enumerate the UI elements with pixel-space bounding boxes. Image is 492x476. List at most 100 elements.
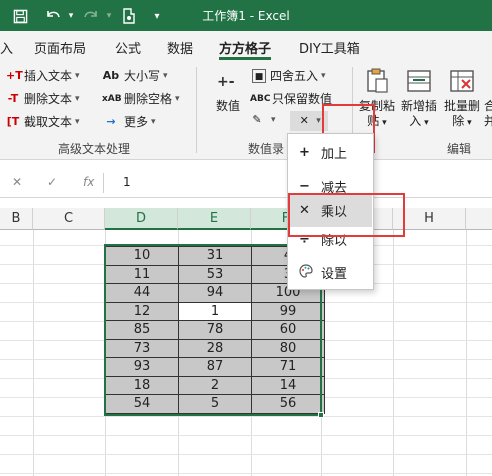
values-label: 数值 bbox=[215, 99, 240, 113]
case-button[interactable]: Ab 大小写 ▾ bbox=[102, 67, 168, 84]
tab-insert[interactable]: 入 bbox=[0, 38, 13, 57]
copy-paste-button[interactable]: 复制粘 贴 ▾ bbox=[357, 67, 397, 131]
grid-line bbox=[33, 230, 34, 476]
table-cell[interactable]: 78 bbox=[178, 320, 252, 340]
extract-text-button[interactable]: [T 截取文本 ▾ bbox=[6, 113, 80, 130]
extract-text-label: 截取文本 bbox=[24, 115, 73, 129]
group-label-number: 数值录 bbox=[248, 142, 285, 156]
values-icon: +- bbox=[214, 67, 242, 95]
column-header-b[interactable]: B bbox=[0, 208, 33, 230]
column-header-i[interactable] bbox=[466, 208, 492, 230]
tab-formulas[interactable]: 公式 bbox=[115, 38, 141, 57]
active-tab-indicator bbox=[219, 57, 271, 60]
table-cell[interactable]: 5 bbox=[178, 394, 252, 414]
tab-diy-toolbox[interactable]: DIY工具箱 bbox=[299, 38, 360, 57]
table-cell[interactable]: 71 bbox=[251, 357, 325, 377]
keep-values-button[interactable]: ABC 只保留数值 bbox=[250, 90, 332, 107]
table-cell[interactable]: 93 bbox=[105, 357, 179, 377]
multiply-icon: ✕ bbox=[299, 203, 310, 218]
round-button[interactable]: ■ 四舍五入 ▾ bbox=[252, 67, 326, 84]
add-insert-button[interactable]: 新增插 入 ▾ bbox=[398, 67, 440, 131]
grid-line bbox=[393, 230, 394, 476]
tab-page-layout[interactable]: 页面布局 bbox=[34, 38, 86, 57]
column-header-e[interactable]: E bbox=[178, 208, 251, 230]
table-cell[interactable]: 60 bbox=[251, 320, 325, 340]
table-cell[interactable]: 80 bbox=[251, 338, 325, 358]
table-row: 85 78 60 bbox=[105, 320, 325, 340]
table-row: 12 1 99 bbox=[105, 301, 325, 321]
delete-text-icon: -T bbox=[7, 91, 19, 105]
delete-spaces-icon: xAB bbox=[102, 93, 122, 104]
batch-delete-label-2: 除 bbox=[452, 114, 465, 128]
chevron-down-icon: ▾ bbox=[321, 70, 326, 81]
menu-item-divide[interactable]: ÷ 除以 bbox=[289, 223, 372, 256]
chevron-down-icon: ▾ bbox=[163, 70, 168, 81]
fill-handle[interactable] bbox=[318, 412, 324, 418]
table-cell[interactable]: 54 bbox=[105, 394, 179, 414]
delete-spaces-button[interactable]: xAB 删除空格 ▾ bbox=[102, 90, 180, 107]
chevron-down-icon: ▾ bbox=[379, 118, 387, 128]
confirm-icon[interactable]: ✓ bbox=[47, 175, 57, 189]
tab-fangfangezi[interactable]: 方方格子 bbox=[219, 38, 271, 57]
plus-icon: + bbox=[299, 145, 310, 160]
table-cell[interactable]: 14 bbox=[251, 375, 325, 395]
table-cell[interactable]: 85 bbox=[105, 320, 179, 340]
column-header-h[interactable]: H bbox=[393, 208, 466, 230]
title-bar: ▾ ▾ ▾ 工作簿1 - Excel bbox=[0, 0, 492, 31]
table-cell[interactable]: 53 bbox=[178, 264, 252, 284]
table-cell[interactable]: 73 bbox=[105, 338, 179, 358]
formula-divider bbox=[103, 173, 104, 193]
copy-paste-label-2: 贴 bbox=[367, 114, 380, 128]
batch-delete-icon bbox=[448, 67, 476, 95]
more-button[interactable]: → 更多 ▾ bbox=[102, 113, 155, 130]
table-cell[interactable]: 18 bbox=[105, 375, 179, 395]
chevron-down-icon: ▾ bbox=[75, 93, 80, 104]
chevron-down-icon: ▾ bbox=[316, 116, 321, 126]
table-cell[interactable]: 11 bbox=[105, 264, 179, 284]
delete-text-button[interactable]: -T 删除文本 ▾ bbox=[6, 90, 80, 107]
round-label: 四舍五入 bbox=[270, 69, 319, 83]
batch-delete-button[interactable]: 批量删 除 ▾ bbox=[441, 67, 483, 131]
chevron-down-icon: ▾ bbox=[75, 116, 80, 127]
values-button[interactable]: +- 数值 bbox=[208, 67, 248, 114]
case-icon: Ab bbox=[102, 68, 120, 82]
fx-icon[interactable]: fx bbox=[83, 175, 94, 189]
case-label: 大小写 bbox=[124, 69, 161, 83]
window-title: 工作簿1 - Excel bbox=[202, 9, 290, 23]
table-cell[interactable]: 12 bbox=[105, 301, 179, 321]
keep-values-label: 只保留数值 bbox=[272, 92, 333, 106]
formula-bar: ✕ ✓ fx 1 bbox=[0, 168, 492, 198]
table-cell[interactable]: 10 bbox=[105, 246, 179, 266]
chevron-down-icon: ▾ bbox=[75, 70, 80, 81]
active-cell[interactable]: 1 bbox=[178, 301, 252, 321]
insert-text-button[interactable]: +T 插入文本 ▾ bbox=[6, 67, 80, 84]
table-row: 54 5 56 bbox=[105, 394, 325, 414]
column-header-d[interactable]: D bbox=[105, 208, 178, 230]
palette-icon bbox=[299, 263, 321, 282]
insert-text-label: 插入文本 bbox=[24, 69, 73, 83]
table-cell[interactable]: 94 bbox=[178, 283, 252, 303]
table-cell[interactable]: 31 bbox=[178, 246, 252, 266]
grid-line bbox=[0, 435, 492, 436]
table-cell[interactable]: 44 bbox=[105, 283, 179, 303]
chevron-down-icon: ▾ bbox=[175, 93, 180, 104]
column-header-c[interactable]: C bbox=[33, 208, 105, 230]
group-divider bbox=[196, 67, 197, 153]
tab-data[interactable]: 数据 bbox=[167, 38, 193, 57]
table-cell[interactable]: 99 bbox=[251, 301, 325, 321]
operations-dropdown-button[interactable]: ✕ ▾ bbox=[290, 111, 328, 131]
table-cell[interactable]: 56 bbox=[251, 394, 325, 414]
format-painter-button[interactable]: ✎ ▾ bbox=[250, 113, 275, 127]
delete-text-label: 删除文本 bbox=[24, 92, 73, 106]
merge-button[interactable]: 合 并 bbox=[484, 67, 492, 129]
table-cell[interactable]: 87 bbox=[178, 357, 252, 377]
table-cell[interactable]: 28 bbox=[178, 338, 252, 358]
table-row: 93 87 71 bbox=[105, 357, 325, 377]
extract-text-icon: [T bbox=[6, 114, 20, 128]
formula-input[interactable]: 1 bbox=[123, 175, 131, 189]
menu-item-add[interactable]: + 加上 bbox=[289, 136, 372, 169]
table-cell[interactable]: 2 bbox=[178, 375, 252, 395]
cancel-icon[interactable]: ✕ bbox=[12, 175, 22, 189]
menu-item-label: 除以 bbox=[321, 234, 348, 249]
menu-item-settings[interactable]: 设置 bbox=[289, 256, 372, 289]
